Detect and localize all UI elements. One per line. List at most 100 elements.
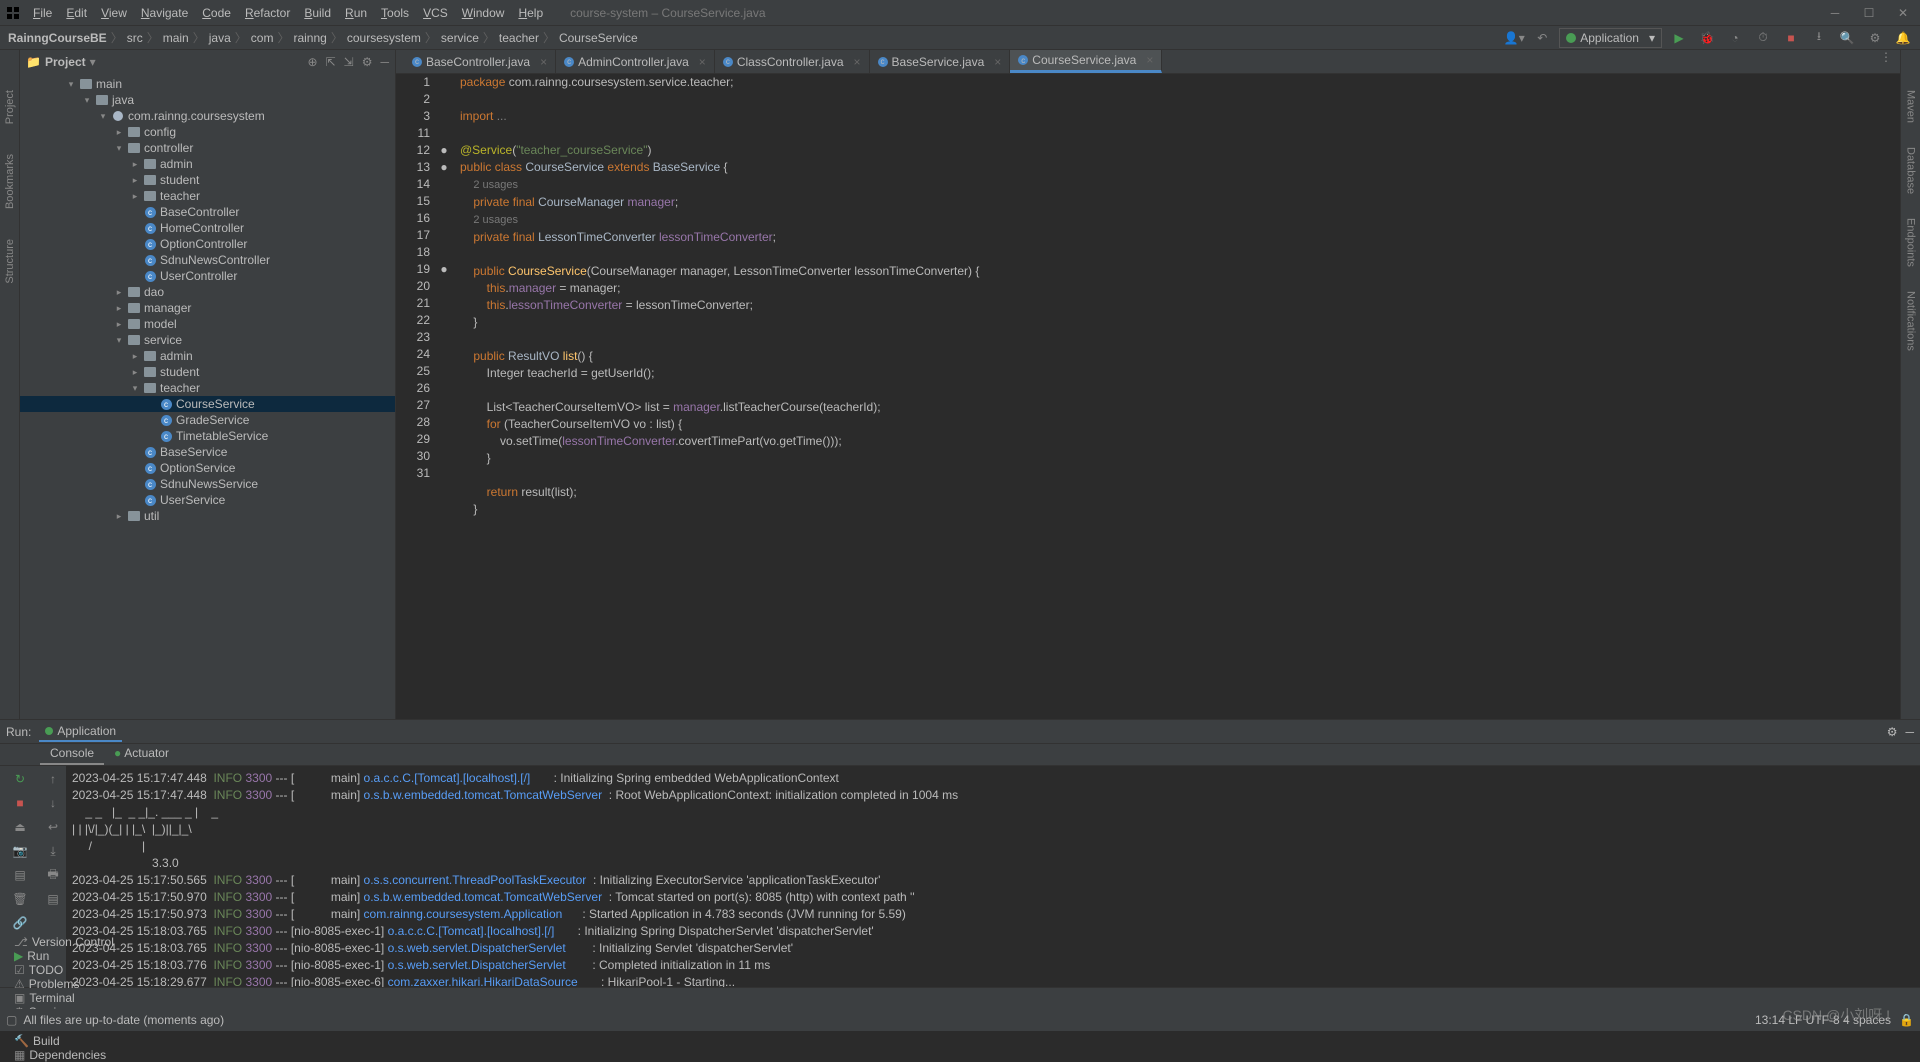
hide-tool-windows-icon[interactable]: ▢ [6, 1013, 17, 1027]
menu-navigate[interactable]: Navigate [134, 6, 195, 20]
status-problems[interactable]: ⚠ Problems [6, 977, 122, 991]
menu-run[interactable]: Run [338, 6, 374, 20]
breadcrumb-item[interactable]: src [125, 31, 145, 45]
status-dependencies[interactable]: ▦ Dependencies [6, 1048, 122, 1062]
menu-window[interactable]: Window [455, 6, 512, 20]
link-icon[interactable]: 🔗 [11, 914, 29, 932]
tree-node[interactable]: cOptionController [20, 236, 395, 252]
tree-node[interactable]: ▾controller [20, 140, 395, 156]
close-tab-icon[interactable]: × [854, 55, 861, 69]
close-tab-icon[interactable]: × [540, 55, 547, 69]
menu-refactor[interactable]: Refactor [238, 6, 297, 20]
notifications-tool-button[interactable]: Notifications [1905, 291, 1917, 351]
structure-tool-button[interactable]: Structure [4, 239, 16, 284]
menu-code[interactable]: Code [195, 6, 238, 20]
tree-node[interactable]: cSdnuNewsService [20, 476, 395, 492]
expand-icon[interactable]: ⇱ [326, 55, 336, 69]
layout-icon[interactable]: ▤ [11, 866, 29, 884]
run-configuration-selector[interactable]: Application▾ [1559, 28, 1662, 48]
tree-node[interactable]: cUserService [20, 492, 395, 508]
tree-node[interactable]: ▾main [20, 76, 395, 92]
tree-node[interactable]: ▾java [20, 92, 395, 108]
breadcrumb-item[interactable]: java [207, 31, 233, 45]
menu-tools[interactable]: Tools [374, 6, 416, 20]
tree-node[interactable]: cSdnuNewsController [20, 252, 395, 268]
filter-icon[interactable]: ▤ [44, 890, 62, 908]
tree-node[interactable]: cOptionService [20, 460, 395, 476]
project-tool-button[interactable]: Project [4, 90, 16, 124]
maven-tool-button[interactable]: Maven [1905, 90, 1917, 123]
close-tab-icon[interactable]: × [994, 55, 1001, 69]
close-tab-icon[interactable]: × [1146, 53, 1153, 67]
minimize-icon[interactable]: ─ [1818, 0, 1852, 26]
trash-icon[interactable]: 🗑 [11, 890, 29, 908]
run-icon[interactable]: ▶ [1668, 27, 1690, 49]
camera-icon[interactable]: 📷 [11, 842, 29, 860]
tree-node[interactable]: ▾teacher [20, 380, 395, 396]
breadcrumb-item[interactable]: coursesystem [345, 31, 423, 45]
tree-node[interactable]: ▸model [20, 316, 395, 332]
wrap-icon[interactable]: ↩ [44, 818, 62, 836]
endpoints-tool-button[interactable]: Endpoints [1905, 218, 1917, 267]
editor-tab[interactable]: cAdminController.java× [556, 50, 715, 73]
tree-node[interactable]: ▸student [20, 172, 395, 188]
tree-node[interactable]: cBaseService [20, 444, 395, 460]
exit-icon[interactable]: ⏏ [11, 818, 29, 836]
tree-node[interactable]: ▾service [20, 332, 395, 348]
debug-icon[interactable]: 🐞 [1696, 27, 1718, 49]
project-tree[interactable]: ▾main▾java▾com.rainng.coursesystem▸confi… [20, 74, 395, 719]
tree-node[interactable]: cCourseService [20, 396, 395, 412]
tree-node[interactable]: cTimetableService [20, 428, 395, 444]
tree-node[interactable]: ▸admin [20, 348, 395, 364]
down-icon[interactable]: ↓ [44, 794, 62, 812]
up-icon[interactable]: ↑ [44, 770, 62, 788]
lock-icon[interactable]: 🔒 [1899, 1013, 1914, 1027]
breadcrumb-item[interactable]: rainng [291, 31, 328, 45]
rerun-icon[interactable]: ↻ [11, 770, 29, 788]
menu-help[interactable]: Help [511, 6, 550, 20]
tree-node[interactable]: ▸student [20, 364, 395, 380]
breadcrumb-item[interactable]: service [439, 31, 481, 45]
menu-file[interactable]: File [26, 6, 59, 20]
breadcrumb-item[interactable]: CourseService [557, 31, 640, 45]
print-icon[interactable]: 🖶 [44, 866, 62, 884]
run-config-tab[interactable]: Application [39, 722, 122, 742]
tree-node[interactable]: cGradeService [20, 412, 395, 428]
coverage-icon[interactable]: ◔ [1724, 27, 1746, 49]
console-tab[interactable]: Console [40, 744, 104, 765]
vcs-update-icon[interactable]: ⭳ [1808, 27, 1830, 49]
close-icon[interactable]: ✕ [1886, 0, 1920, 26]
tree-node[interactable]: ▾com.rainng.coursesystem [20, 108, 395, 124]
breadcrumb-item[interactable]: RainngCourseBE [6, 31, 109, 45]
tabs-more-icon[interactable]: ⋮ [1872, 50, 1900, 73]
bookmarks-tool-button[interactable]: Bookmarks [4, 154, 16, 209]
notifications-icon[interactable]: 🔔 [1892, 27, 1914, 49]
settings-icon[interactable]: ⚙ [1864, 27, 1886, 49]
menu-view[interactable]: View [94, 6, 134, 20]
menu-vcs[interactable]: VCS [416, 6, 455, 20]
collapse-icon[interactable]: ⇲ [344, 55, 354, 69]
tree-node[interactable]: ▸manager [20, 300, 395, 316]
gear-icon[interactable]: ⚙ [362, 55, 373, 69]
run-hide-icon[interactable]: ─ [1905, 725, 1914, 739]
breadcrumb-item[interactable]: main [161, 31, 191, 45]
stop-icon[interactable]: ■ [11, 794, 29, 812]
tree-node[interactable]: cHomeController [20, 220, 395, 236]
maximize-icon[interactable]: ☐ [1852, 0, 1886, 26]
tree-node[interactable]: ▸teacher [20, 188, 395, 204]
editor-tab[interactable]: cBaseService.java× [870, 50, 1011, 73]
back-icon[interactable]: ↶ [1531, 27, 1553, 49]
target-icon[interactable]: ⊕ [308, 55, 318, 69]
menu-build[interactable]: Build [297, 6, 338, 20]
actuator-tab[interactable]: ●Actuator [104, 744, 179, 765]
status-terminal[interactable]: ▣ Terminal [6, 991, 122, 1005]
database-tool-button[interactable]: Database [1905, 147, 1917, 194]
tree-node[interactable]: cUserController [20, 268, 395, 284]
status-run[interactable]: ▶ Run [6, 949, 122, 963]
tree-node[interactable]: ▸util [20, 508, 395, 524]
console-output[interactable]: 2023-04-25 15:17:47.448 INFO 3300 --- [ … [66, 766, 1920, 987]
editor-tab[interactable]: cBaseController.java× [404, 50, 556, 73]
status-todo[interactable]: ☑ TODO [6, 963, 122, 977]
editor-tab[interactable]: cClassController.java× [715, 50, 870, 73]
close-tab-icon[interactable]: × [699, 55, 706, 69]
